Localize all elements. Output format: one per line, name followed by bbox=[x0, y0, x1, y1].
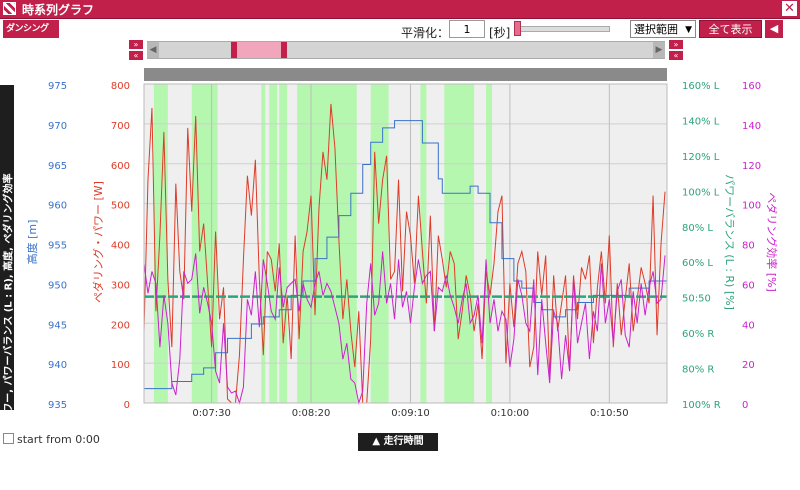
efficiency-tick-0: 160 bbox=[742, 81, 761, 92]
start-from-label: start from 0:00 bbox=[17, 433, 100, 446]
power-tick-1: 700 bbox=[111, 121, 130, 132]
balance-axis-label: パワーバランス (L : R) [%] bbox=[723, 174, 736, 310]
balance-tick-0: 160% L bbox=[682, 81, 720, 92]
altitude-tick-4: 955 bbox=[48, 241, 67, 252]
power-tick-7: 100 bbox=[111, 360, 130, 371]
power-tick-8: 0 bbox=[124, 400, 130, 411]
efficiency-tick-7: 20 bbox=[742, 360, 755, 371]
power-axis-label: ペダリング・パワー [W] bbox=[91, 181, 105, 303]
altitude-axis-label: 高度 [m] bbox=[25, 220, 39, 265]
efficiency-tick-1: 140 bbox=[742, 121, 761, 132]
efficiency-tick-6: 40 bbox=[742, 320, 755, 331]
power-tick-4: 400 bbox=[111, 241, 130, 252]
x-axis-tab[interactable]: ▲ 走行時間 bbox=[358, 433, 438, 451]
altitude-tick-2: 965 bbox=[48, 161, 67, 172]
balance-tick-4: 80% L bbox=[682, 223, 713, 234]
efficiency-tick-5: 60 bbox=[742, 280, 755, 291]
x-tick-label-4: 0:10:50 bbox=[590, 408, 629, 419]
x-tick-label-3: 0:10:00 bbox=[491, 408, 530, 419]
start-from-checkbox[interactable] bbox=[3, 433, 14, 444]
x-tick-label-1: 0:08:20 bbox=[292, 408, 331, 419]
balance-tick-2: 120% L bbox=[682, 152, 720, 163]
balance-tick-3: 100% L bbox=[682, 187, 720, 198]
efficiency-axis-label: ペダリング効率 [%] bbox=[765, 192, 779, 292]
altitude-tick-3: 960 bbox=[48, 201, 67, 212]
altitude-tick-7: 940 bbox=[48, 360, 67, 371]
balance-tick-7: 60% R bbox=[682, 329, 714, 340]
power-tick-3: 500 bbox=[111, 201, 130, 212]
balance-tick-1: 140% L bbox=[682, 116, 720, 127]
altitude-tick-6: 945 bbox=[48, 320, 67, 331]
altitude-tick-1: 970 bbox=[48, 121, 67, 132]
power-tick-0: 800 bbox=[111, 81, 130, 92]
efficiency-tick-3: 100 bbox=[742, 201, 761, 212]
altitude-tick-5: 950 bbox=[48, 280, 67, 291]
efficiency-tick-2: 120 bbox=[742, 161, 761, 172]
altitude-tick-0: 975 bbox=[48, 81, 67, 92]
start-from-toggle[interactable]: start from 0:00 bbox=[3, 433, 100, 446]
power-tick-6: 200 bbox=[111, 320, 130, 331]
range-header-bar bbox=[144, 68, 667, 81]
time-series-chart: 0:07:30 0:08:20 0:09:10 0:10:00 0:10:50 975 97… bbox=[25, 68, 779, 419]
x-tick-label-2: 0:09:10 bbox=[391, 408, 430, 419]
power-tick-5: 300 bbox=[111, 280, 130, 291]
balance-tick-8: 80% R bbox=[682, 365, 714, 376]
balance-tick-9: 100% R bbox=[682, 400, 721, 411]
balance-tick-6: 50:50 bbox=[682, 294, 711, 305]
balance-tick-5: 60% L bbox=[682, 258, 713, 269]
x-tick-label-0: 0:07:30 bbox=[192, 408, 231, 419]
power-tick-2: 600 bbox=[111, 161, 130, 172]
altitude-tick-8: 935 bbox=[48, 400, 67, 411]
efficiency-tick-4: 80 bbox=[742, 241, 755, 252]
efficiency-tick-8: 0 bbox=[742, 400, 748, 411]
